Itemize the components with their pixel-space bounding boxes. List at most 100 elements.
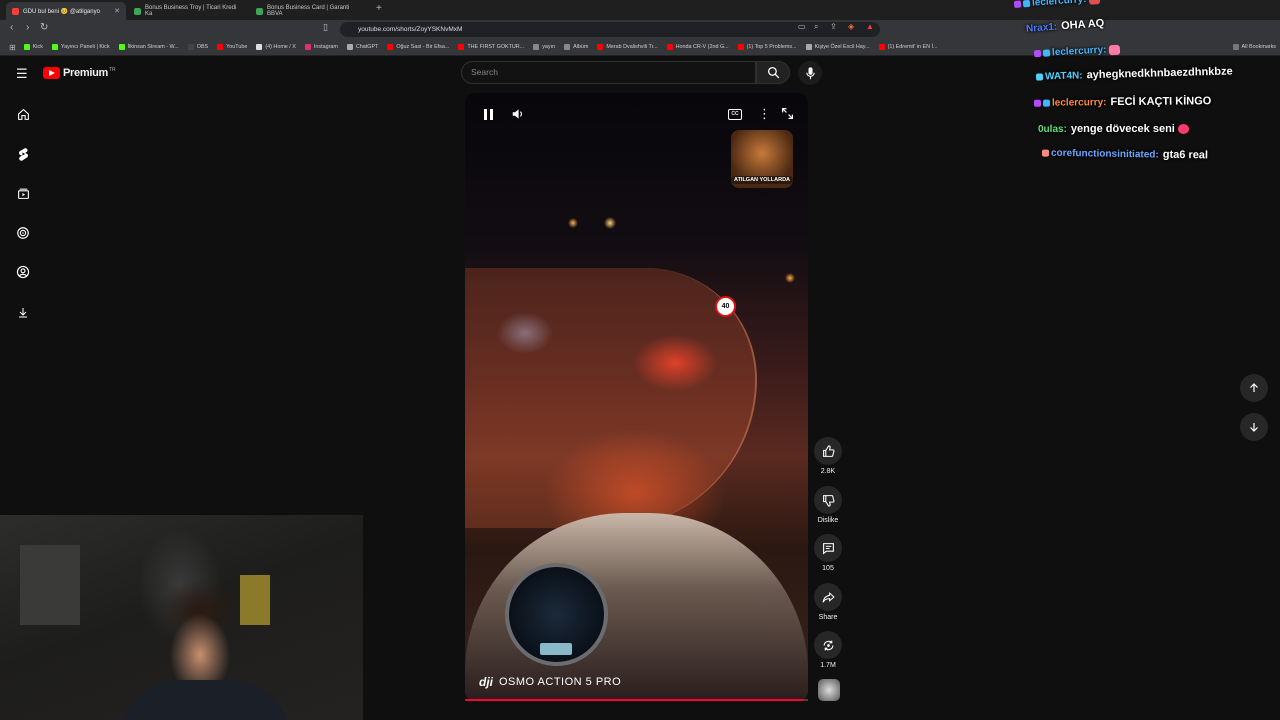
rewards-icon[interactable]: ▲ xyxy=(866,22,874,31)
back-icon[interactable]: ‹ xyxy=(10,22,13,33)
chat-message: leclercurry: xyxy=(1033,44,1121,60)
garanti-favicon-icon xyxy=(256,7,263,15)
chat-emote-icon xyxy=(1089,0,1101,5)
reload-icon[interactable]: ↻ xyxy=(40,22,48,33)
zoom-icon[interactable]: ⌕ xyxy=(814,22,818,32)
like-button[interactable]: 2.8K xyxy=(814,437,842,475)
browser-tab[interactable]: Bonus Business Troy | Ticari Kredi Ka xyxy=(128,2,248,20)
volume-button[interactable] xyxy=(511,107,525,126)
expand-icon xyxy=(782,108,793,119)
chat-username: corefunctionsinitiated: xyxy=(1050,147,1159,161)
bookmark-favicon-icon xyxy=(118,44,125,50)
downloads-icon[interactable] xyxy=(14,303,32,321)
share-label: Share xyxy=(818,614,838,621)
video-progress-bar[interactable] xyxy=(465,699,808,701)
bookmark-item[interactable]: OBS xyxy=(187,44,208,50)
speedometer-display xyxy=(540,643,572,655)
browser-tab[interactable]: GDU bul beni 🥺 @atilganyo ✕ xyxy=(6,2,126,20)
search-input[interactable]: Search xyxy=(461,61,756,84)
bookmark-item[interactable]: Oğuz Sasi - Bir Efsa... xyxy=(387,44,449,50)
comment-count: 105 xyxy=(822,565,834,572)
webcam-background-poster xyxy=(20,545,80,625)
bookmark-folder[interactable]: Albüm xyxy=(564,44,588,50)
remix-count: 1.7M xyxy=(820,662,836,669)
hamburger-menu-icon[interactable]: ☰ xyxy=(16,66,28,82)
comment-icon xyxy=(814,534,842,562)
channel-watermark: ATILGAN YOLLARDA xyxy=(731,130,793,188)
next-short-button[interactable] xyxy=(1240,413,1268,441)
more-options-icon[interactable]: ⋮ xyxy=(758,106,771,122)
voice-search-button[interactable] xyxy=(798,61,822,85)
chat-badge-icon xyxy=(1033,99,1042,107)
bookmark-item[interactable]: Honda CR-V (2nd G... xyxy=(666,44,729,50)
chat-badge-icon xyxy=(1042,49,1051,57)
bookmark-item[interactable]: (1) Top 5 Problems... xyxy=(737,44,797,50)
bookmark-item[interactable]: İlkinsan Stream - W... xyxy=(118,44,179,50)
share-button[interactable]: Share xyxy=(814,583,842,621)
url-text: youtube.com/shorts/ZoyYSKNvMxM xyxy=(358,26,463,33)
chat-badge-icon xyxy=(1035,72,1044,81)
bookmark-favicon-icon xyxy=(737,44,744,50)
chat-username: Nrax1: xyxy=(1025,21,1058,35)
chat-username: leclercurry: xyxy=(1051,44,1107,59)
garanti-favicon-icon xyxy=(134,7,141,15)
bookmark-item[interactable]: YouTube xyxy=(217,44,247,50)
bookmark-item[interactable]: ChatGPT xyxy=(346,44,378,50)
home-icon[interactable] xyxy=(14,105,32,123)
bookmark-favicon-icon xyxy=(597,44,604,50)
dislike-icon xyxy=(814,486,842,514)
captions-button[interactable]: CC xyxy=(728,109,742,120)
bookmark-item[interactable]: Yayıncı Paneli | Kick xyxy=(51,44,110,50)
brave-shield-icon[interactable]: ◈ xyxy=(848,22,854,31)
apps-grid-icon[interactable]: ⊞ xyxy=(9,43,16,52)
bookmark-favicon-icon xyxy=(346,44,353,50)
pause-icon xyxy=(483,108,493,120)
chat-badge-icon xyxy=(1013,0,1022,9)
chat-username: leclercurry: xyxy=(1031,0,1087,9)
bookmark-item[interactable]: Merab Dvalishvili Tr... xyxy=(597,44,658,50)
cast-icon[interactable]: ▭ xyxy=(798,22,806,31)
bookmark-item[interactable]: Instagram xyxy=(304,44,338,50)
youtube-logo-icon xyxy=(43,67,60,79)
bookmark-item[interactable]: (1) Edremit' in EN İ... xyxy=(878,44,937,50)
subscriptions-icon[interactable] xyxy=(14,184,32,202)
new-tab-button[interactable]: + xyxy=(376,3,382,14)
browser-tab[interactable]: Bonus Business Card | Garanti BBVA xyxy=(250,2,372,20)
forward-icon[interactable]: › xyxy=(26,22,29,33)
chat-text: OHA AQ xyxy=(1060,17,1105,33)
bookmark-favicon-icon xyxy=(666,44,673,50)
pause-button[interactable] xyxy=(481,107,495,121)
bookmark-item[interactable]: (4) Home / X xyxy=(256,44,296,50)
bookmark-favicon-icon xyxy=(458,44,465,50)
chat-message: leclercurry: xyxy=(1013,0,1101,10)
account-icon[interactable] xyxy=(14,263,32,281)
bookmark-item[interactable]: THE FIRST GOKTUR... xyxy=(458,44,524,50)
bookmark-folder[interactable]: yayın xyxy=(533,44,555,50)
bookmark-item[interactable]: Kişiye Özel Excil Hay... xyxy=(805,44,870,50)
shorts-icon[interactable] xyxy=(14,145,32,163)
bookmark-page-icon[interactable]: ▯ xyxy=(323,22,328,33)
arrow-up-icon xyxy=(1250,383,1258,392)
previous-short-button[interactable] xyxy=(1240,374,1268,402)
share-page-icon[interactable]: ⇪ xyxy=(830,22,837,31)
bookmark-favicon-icon xyxy=(256,44,263,50)
close-tab-icon[interactable]: ✕ xyxy=(114,7,120,15)
search-button[interactable] xyxy=(756,61,790,84)
share-icon xyxy=(814,583,842,611)
your-channel-icon[interactable] xyxy=(14,224,32,242)
dislike-button[interactable]: Dislike xyxy=(814,486,842,524)
youtube-premium-logo[interactable]: Premium TR xyxy=(43,67,116,79)
fullscreen-button[interactable] xyxy=(781,107,794,125)
comments-button[interactable]: 105 xyxy=(814,534,842,572)
chat-message: leclercurry: FECİ KAÇTI KİNGO xyxy=(1033,95,1211,109)
sound-avatar[interactable] xyxy=(818,679,840,701)
chat-message: corefunctionsinitiated: gta6 real xyxy=(1041,147,1208,161)
bookmark-favicon-icon xyxy=(304,44,311,50)
remix-button[interactable]: 1.7M xyxy=(814,631,842,669)
folder-icon xyxy=(564,44,571,50)
tab-title: Bonus Business Card | Garanti BBVA xyxy=(267,5,350,17)
bookmark-favicon-icon xyxy=(217,44,224,50)
dislike-label: Dislike xyxy=(817,517,839,524)
bookmark-item[interactable]: Kick xyxy=(23,44,43,50)
shorts-video-player[interactable]: 40 CC ⋮ ATILGAN YOLLARDA dji OSMO ACTION… xyxy=(465,93,808,701)
